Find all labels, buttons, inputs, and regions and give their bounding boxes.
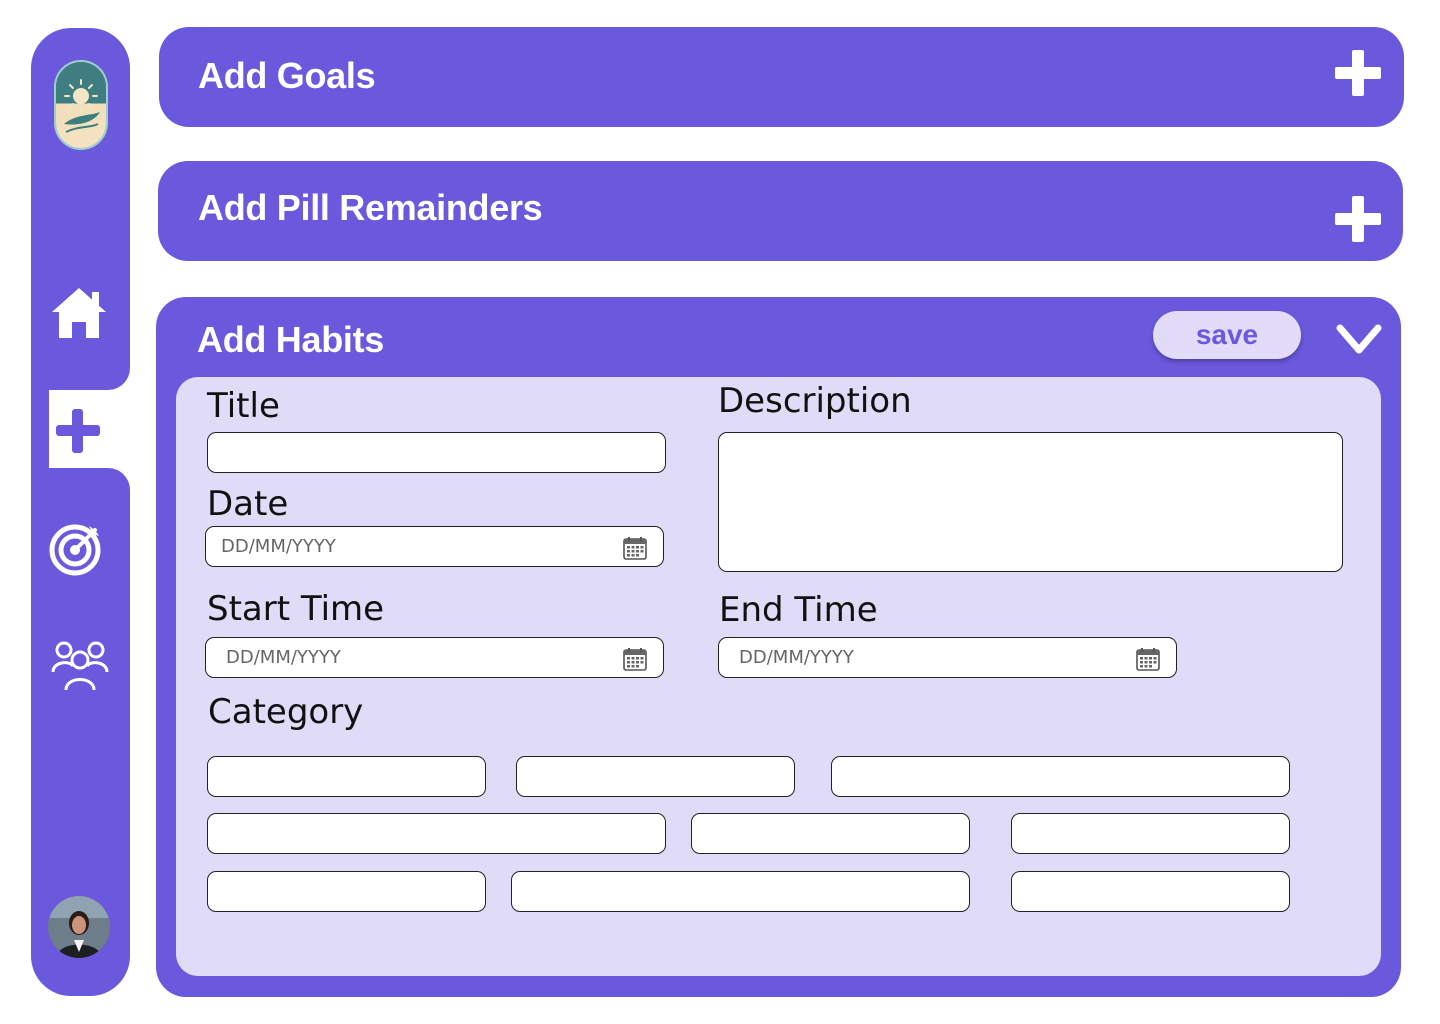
description-field-box bbox=[718, 432, 1343, 572]
start-time-input[interactable] bbox=[206, 638, 663, 677]
end-time-input[interactable] bbox=[719, 638, 1176, 677]
add-pill-plus-icon[interactable] bbox=[1334, 195, 1382, 243]
title-input[interactable] bbox=[208, 433, 665, 472]
pills-panel[interactable]: Add Pill Remainders bbox=[158, 161, 1403, 261]
category-option[interactable] bbox=[207, 813, 666, 854]
chevron-down-icon[interactable] bbox=[1334, 318, 1384, 362]
app-logo[interactable] bbox=[56, 62, 106, 148]
sidebar-strip bbox=[31, 380, 49, 480]
end-time-field-box bbox=[718, 637, 1177, 678]
title-label: Title bbox=[207, 386, 280, 426]
date-input[interactable] bbox=[206, 527, 663, 566]
goals-panel[interactable]: Add Goals bbox=[159, 27, 1404, 127]
date-label: Date bbox=[207, 484, 289, 524]
goals-panel-title: Add Goals bbox=[198, 55, 376, 96]
target-icon[interactable] bbox=[49, 522, 103, 576]
save-button[interactable]: save bbox=[1153, 311, 1301, 359]
start-time-label: Start Time bbox=[207, 589, 385, 629]
date-field-box bbox=[205, 526, 664, 567]
category-option[interactable] bbox=[1011, 813, 1290, 854]
add-goal-plus-icon[interactable] bbox=[1334, 49, 1382, 97]
habits-panel-title: Add Habits bbox=[197, 319, 385, 360]
description-label: Description bbox=[718, 381, 912, 421]
pills-panel-title: Add Pill Remainders bbox=[198, 187, 543, 228]
category-option[interactable] bbox=[691, 813, 970, 854]
category-option[interactable] bbox=[511, 871, 970, 912]
user-avatar bbox=[48, 896, 110, 958]
users-icon[interactable] bbox=[51, 636, 109, 692]
category-label: Category bbox=[208, 692, 364, 732]
title-field-box bbox=[207, 432, 666, 473]
calendar-icon[interactable] bbox=[623, 536, 647, 560]
calendar-icon[interactable] bbox=[1136, 647, 1160, 671]
category-option[interactable] bbox=[207, 871, 486, 912]
category-option[interactable] bbox=[1011, 871, 1290, 912]
avatar[interactable] bbox=[48, 896, 110, 958]
description-input[interactable] bbox=[719, 433, 1342, 571]
plus-icon[interactable] bbox=[54, 407, 102, 455]
category-option[interactable] bbox=[831, 756, 1290, 797]
category-option[interactable] bbox=[516, 756, 795, 797]
home-icon[interactable] bbox=[50, 286, 108, 340]
calendar-icon[interactable] bbox=[623, 647, 647, 671]
sun-leaf-logo-icon bbox=[64, 79, 100, 133]
category-option[interactable] bbox=[207, 756, 486, 797]
start-time-field-box bbox=[205, 637, 664, 678]
end-time-label: End Time bbox=[719, 590, 878, 630]
